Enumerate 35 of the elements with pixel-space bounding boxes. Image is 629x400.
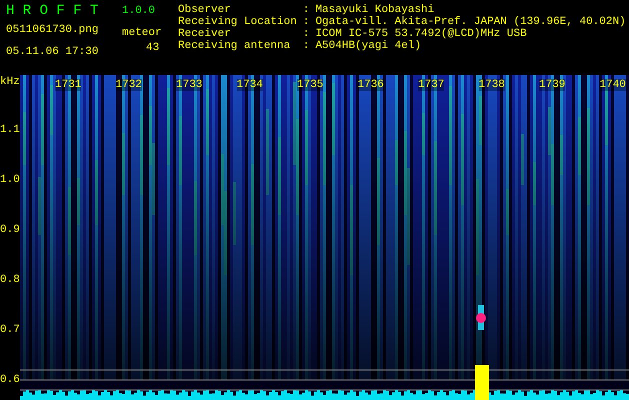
meteor-count: 43 — [146, 42, 160, 54]
time-label: 1732 — [116, 79, 142, 91]
info-label: Receiving antenna — [178, 40, 292, 52]
time-label: 1734 — [236, 79, 263, 91]
app-title: H R O F F T — [6, 3, 100, 19]
axis-label: 1.0 — [0, 173, 20, 187]
info-label: Receiving Location — [178, 16, 297, 28]
axis-label: 0.6 — [0, 373, 20, 387]
info-label: Receiver — [178, 28, 232, 40]
separator: : — [302, 16, 310, 28]
axis-label: 0.9 — [0, 223, 20, 237]
separator: : — [302, 28, 310, 40]
separator: : — [302, 4, 310, 16]
date-time: 05.11.06 17:30 — [6, 46, 100, 58]
time-label: 1733 — [176, 79, 202, 91]
file-name: 0511061730.png — [6, 24, 100, 36]
info-label: Observer — [178, 4, 232, 16]
info-value: Ogata-vill. Akita-Pref. JAPAN (139.96E, 40.02N) — [315, 16, 626, 28]
info-value: Masayuki Kobayashi — [315, 4, 436, 16]
info-value: A504HB(yagi 4el) — [315, 40, 422, 52]
axis-label: 0.8 — [0, 273, 20, 287]
meteor-label: meteor — [122, 27, 162, 39]
separator: : — [302, 40, 310, 52]
time-label: 1737 — [418, 79, 444, 91]
axis-label: 1.1 — [0, 123, 20, 137]
info-value: ICOM IC-575 53.7492(@LCD)MHz USB — [315, 28, 528, 40]
time-label: 1739 — [539, 79, 566, 91]
time-label: 1736 — [358, 79, 384, 91]
time-label: 1735 — [297, 79, 324, 91]
time-label: 1731 — [55, 79, 82, 91]
axis-label: 0.7 — [0, 323, 20, 337]
app-version: 1.0.0 — [122, 4, 156, 17]
axis-unit: kHz — [0, 75, 20, 89]
time-label: 1740 — [600, 79, 626, 91]
time-label: 1738 — [478, 79, 505, 91]
